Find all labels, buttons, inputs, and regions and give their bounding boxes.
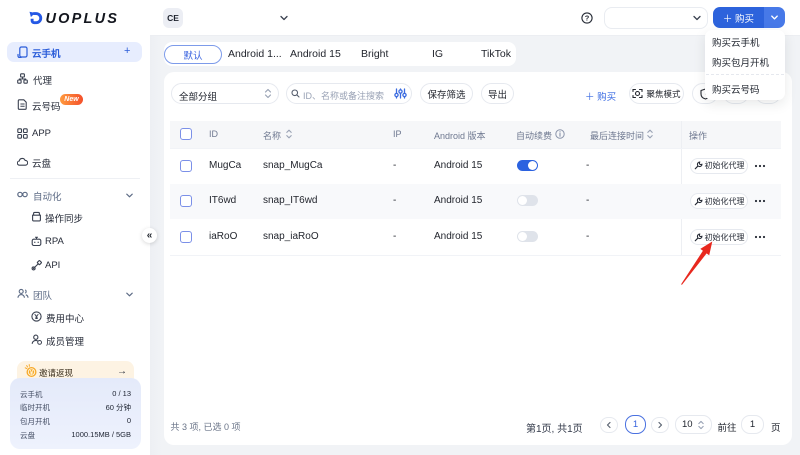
- svg-text:?: ?: [585, 14, 590, 23]
- svg-text:UOPLUS: UOPLUS: [46, 11, 120, 25]
- svg-text:¥: ¥: [30, 370, 34, 377]
